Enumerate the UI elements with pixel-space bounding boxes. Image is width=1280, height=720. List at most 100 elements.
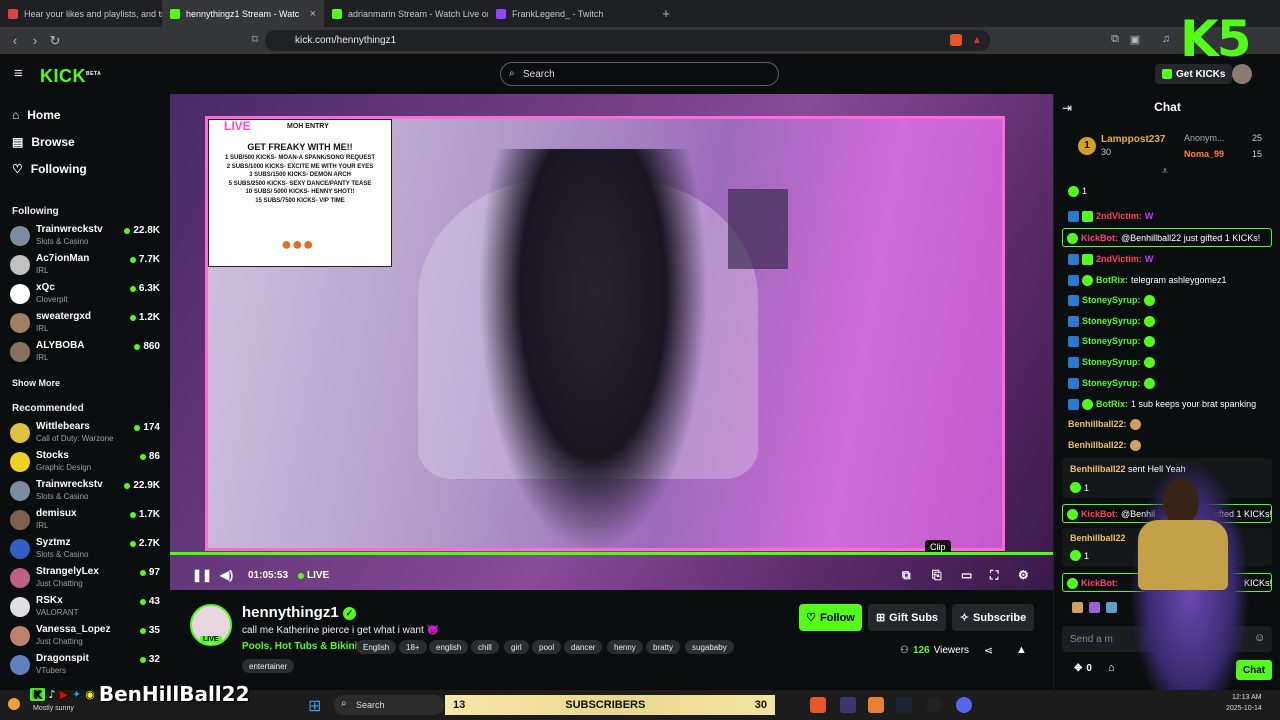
settings-icon[interactable]: ⚙ xyxy=(1018,568,1029,582)
kick-logo[interactable]: KICKBETA xyxy=(40,66,101,87)
chat-username[interactable]: Benhillball22 xyxy=(1070,464,1126,474)
chat-username[interactable]: StoneySyrup: xyxy=(1082,336,1141,346)
video-player[interactable]: MOH ENTRY GET FREAKY WITH ME!! 1 SUB/500… xyxy=(170,94,1053,590)
browser-tab[interactable]: adrianmarin Stream - Watch Live on xyxy=(324,0,488,27)
chat-username[interactable]: BotRix: xyxy=(1096,399,1128,409)
steam-icon[interactable] xyxy=(896,697,912,713)
show-more-button[interactable]: Show More xyxy=(12,378,60,388)
chat-username[interactable]: 2ndVictim: xyxy=(1096,254,1142,264)
pip-icon[interactable]: ⧉ xyxy=(902,568,911,583)
sidebar-channel[interactable]: Stocks Graphic Design 86 xyxy=(10,448,160,476)
stream-tag[interactable]: entertainer xyxy=(242,659,295,673)
new-tab-button[interactable]: + xyxy=(656,6,676,21)
sidebar-icon[interactable]: ▣ xyxy=(1125,33,1145,46)
stream-tag[interactable]: henny xyxy=(607,640,643,654)
stream-tag[interactable]: english xyxy=(429,640,469,654)
app-icon[interactable] xyxy=(840,697,856,713)
sidebar-channel[interactable]: Wittlebears Call of Duty: Warzone 174 xyxy=(10,419,160,447)
sidebar-channel[interactable]: Ac7ionMan IRL 7.7K xyxy=(10,251,160,279)
chat-username[interactable]: Benhillball22: xyxy=(1068,419,1127,429)
fullscreen-icon[interactable]: ⛶ xyxy=(990,568,998,583)
stream-tag[interactable]: dancer xyxy=(564,640,603,654)
bookmark-icon[interactable]: ⌑ xyxy=(245,33,265,46)
chat-username[interactable]: Benhillball22: xyxy=(1068,440,1127,450)
emote-icon[interactable] xyxy=(1106,602,1117,613)
streamer-name[interactable]: hennythingz1 ✓ xyxy=(242,604,356,621)
browser-tab[interactable]: FrankLegend_ - Twitch xyxy=(488,0,648,27)
stream-tag[interactable]: sugababy xyxy=(685,640,734,654)
chat-username[interactable]: StoneySyrup: xyxy=(1082,316,1141,326)
theater-mode-icon[interactable]: ▭ xyxy=(961,568,972,582)
sidebar-channel[interactable]: StrangelyLex Just Chatting 97 xyxy=(10,564,160,592)
stream-tag[interactable]: girl xyxy=(504,640,529,654)
menu-icon[interactable]: ≡ xyxy=(14,65,23,82)
gift-subs-button[interactable]: ⊞ Gift Subs xyxy=(868,604,946,631)
pause-icon[interactable]: ❚❚ xyxy=(192,568,212,582)
stream-category[interactable]: Pools, Hot Tubs & Bikinis xyxy=(242,641,363,652)
chat-username[interactable]: StoneySyrup: xyxy=(1082,357,1141,367)
stream-tag[interactable]: 18+ xyxy=(399,640,427,654)
follow-button[interactable]: ♡ Follow xyxy=(799,604,862,631)
app-icon[interactable] xyxy=(810,697,826,713)
clock-date[interactable]: 2025-10-14 xyxy=(1226,705,1262,712)
obs-icon[interactable] xyxy=(926,697,942,713)
url-field[interactable]: kick.com/hennythingz1 xyxy=(265,30,990,51)
store-icon[interactable]: ⌂ xyxy=(1108,662,1115,674)
progress-bar[interactable] xyxy=(170,552,1053,555)
chat-username[interactable]: StoneySyrup: xyxy=(1082,295,1141,305)
sidebar-channel[interactable]: demisux IRL 1.7K xyxy=(10,506,160,534)
back-icon[interactable]: ‹ xyxy=(5,33,25,48)
sidebar-channel[interactable]: Trainwreckstv Slots & Casino 22.8K xyxy=(10,222,160,250)
sidebar-channel[interactable]: RSKx VALORANT 43 xyxy=(10,593,160,621)
sidebar-channel[interactable]: Syztmz Slots & Casino 2.7K xyxy=(10,535,160,563)
subscribe-button[interactable]: ✧ Subscribe xyxy=(952,604,1034,631)
stream-tag[interactable]: bratty xyxy=(646,640,681,654)
chat-username[interactable]: KickBot: xyxy=(1081,233,1118,243)
emote-icon[interactable] xyxy=(1072,602,1083,613)
chat-username[interactable]: Benhillball22 xyxy=(1070,533,1126,543)
chat-username[interactable]: KickBot: xyxy=(1081,578,1118,588)
volume-icon[interactable]: ◀) xyxy=(220,568,233,582)
chat-username[interactable]: StoneySyrup: xyxy=(1082,378,1141,388)
chat-username[interactable]: KickBot: xyxy=(1081,509,1118,519)
report-icon[interactable]: ▲ xyxy=(1016,644,1027,656)
extensions-icon[interactable]: ⧉ xyxy=(1105,33,1125,46)
expand-leaderboard-icon[interactable]: ⩡ xyxy=(1162,166,1168,177)
brave-rewards-icon[interactable]: ▲ xyxy=(972,35,982,46)
brave-shield-icon[interactable] xyxy=(950,34,962,46)
clock-time[interactable]: 12:13 AM xyxy=(1232,694,1262,701)
emote-icon[interactable] xyxy=(1089,602,1100,613)
app-icon[interactable] xyxy=(868,697,884,713)
stream-tag[interactable]: pool xyxy=(532,640,562,654)
taskbar-search[interactable]: ⌕ Search xyxy=(334,695,444,715)
sidebar-channel[interactable]: xQc Cloverpit 6.3K xyxy=(10,280,160,308)
share-icon[interactable]: ⋖ xyxy=(984,644,993,657)
stream-tag[interactable]: English xyxy=(356,640,397,654)
clip-icon[interactable]: ⎘ xyxy=(932,568,942,583)
sidebar-channel[interactable]: sweatergxd IRL 1.2K xyxy=(10,309,160,337)
live-status[interactable]: LIVE xyxy=(298,570,329,581)
weather-icon[interactable] xyxy=(8,698,20,710)
close-icon[interactable]: × xyxy=(310,8,316,20)
sidebar-channel[interactable]: ALYBOBA IRL 860 xyxy=(10,338,160,366)
kicks-balance[interactable]: ✥ 0 xyxy=(1074,663,1092,674)
discord-icon[interactable] xyxy=(956,697,972,713)
sidebar-channel[interactable]: Vanessa_Lopez Just Chatting 35 xyxy=(10,622,160,650)
stream-tag[interactable]: chill xyxy=(471,640,499,654)
reload-icon[interactable]: ↻ xyxy=(45,33,65,49)
browser-tab[interactable]: Hear your likes and playlists, and tra xyxy=(0,0,162,27)
chat-username[interactable]: 2ndVictim: xyxy=(1096,211,1142,221)
search-input[interactable]: ⌕ Search xyxy=(500,62,779,86)
forward-icon[interactable]: › xyxy=(25,33,45,48)
nav-browse[interactable]: ▤ Browse xyxy=(12,135,75,149)
sidebar-channel[interactable]: Dragonspit VTubers 32 xyxy=(10,651,160,679)
sidebar-channel[interactable]: Trainwreckstv Slots & Casino 22.9K xyxy=(10,477,160,505)
browser-tab-active[interactable]: hennythingz1 Stream - Watc × xyxy=(162,0,324,27)
windows-start-icon[interactable]: ⊞ xyxy=(308,696,321,716)
nav-following[interactable]: ♡ Following xyxy=(12,162,87,176)
emoji-icon[interactable]: ☺ xyxy=(1254,632,1265,644)
subscribers-goal-overlay: 13 SUBSCRIBERS 30 xyxy=(445,695,775,715)
nav-home[interactable]: ⌂ Home xyxy=(12,108,61,122)
chat-username[interactable]: BotRix: xyxy=(1096,275,1128,285)
media-icon[interactable]: ♫ xyxy=(1156,33,1176,45)
